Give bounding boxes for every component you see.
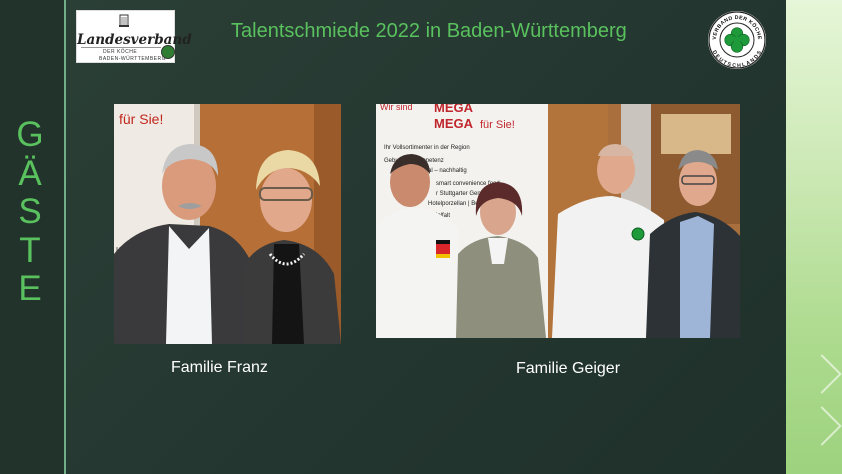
banner-headline-suffix: für Sie! bbox=[480, 119, 515, 131]
photo-familie-geiger: Wir sind MEGA MEGA für Sie! Ihr Vollsort… bbox=[376, 104, 740, 338]
caption-familie-franz: Familie Franz bbox=[171, 359, 268, 376]
caption-familie-geiger: Familie Geiger bbox=[516, 360, 621, 377]
right-decorative-band bbox=[786, 0, 842, 474]
landesverband-logo: Landesverband DER KÖCHE BADEN-WÜRTTEMBER… bbox=[76, 10, 192, 63]
slide: G Ä S T E Landesverband DER KÖCHE BADEN-… bbox=[0, 0, 842, 474]
photo-familie-geiger-illustration: Wir sind MEGA MEGA für Sie! Ihr Vollsort… bbox=[376, 104, 740, 338]
banner-headline-2: MEGA bbox=[434, 116, 474, 131]
side-letter-t: T bbox=[19, 230, 41, 270]
landesverband-logo-subtitle-1: DER KÖCHE bbox=[103, 49, 138, 55]
photo-familie-franz: für Sie! ufaktur bbox=[114, 104, 341, 344]
landesverband-logo-subtitle-2: BADEN-WÜRTTEMBERG bbox=[99, 56, 167, 62]
landesverband-logo-name: Landesverband bbox=[77, 32, 192, 48]
side-letter-e: E bbox=[18, 269, 42, 308]
banner-headline-1: MEGA bbox=[434, 104, 474, 115]
side-letter-ae: Ä bbox=[18, 153, 42, 193]
chef-hat-icon bbox=[119, 14, 129, 27]
chevron-decoration bbox=[802, 354, 842, 394]
side-letter-g: G bbox=[16, 115, 44, 154]
side-title-gaeste: G Ä S T E bbox=[0, 115, 60, 309]
banner-prefix: Wir sind bbox=[380, 104, 413, 112]
banner-text: für Sie! bbox=[119, 111, 163, 127]
photo-familie-franz-illustration: für Sie! ufaktur bbox=[114, 104, 341, 344]
chevron-decoration bbox=[802, 406, 842, 446]
vdk-logo: VERBAND DER KÖCHE DEUTSCHLANDS bbox=[708, 11, 766, 69]
seal-icon bbox=[161, 45, 175, 59]
side-letter-s: S bbox=[18, 192, 42, 231]
banner-bullet: Ihr Vollsortimenter in der Region bbox=[384, 145, 470, 151]
banner-bullet: al – nachhaltig bbox=[428, 168, 467, 174]
left-side-band: G Ä S T E bbox=[0, 0, 66, 474]
logo-divider bbox=[81, 47, 161, 48]
slide-title: Talentschmiede 2022 in Baden-Württemberg bbox=[231, 20, 627, 42]
